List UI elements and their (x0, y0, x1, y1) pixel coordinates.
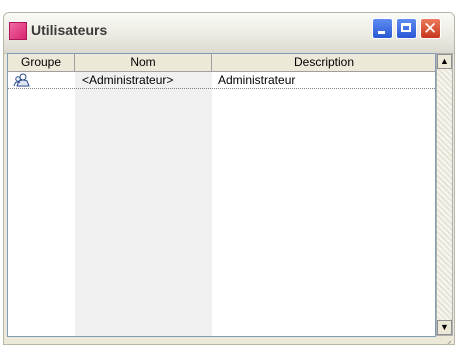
maximize-icon (401, 23, 411, 32)
vertical-scrollbar[interactable]: ▲ ▼ (436, 53, 453, 336)
maximize-button[interactable] (396, 18, 417, 39)
column-header-nom[interactable]: Nom (75, 54, 212, 72)
scroll-up-button[interactable]: ▲ (437, 54, 452, 69)
list-row-administrateur[interactable]: <Administrateur> Administrateur (8, 72, 435, 89)
user-name: <Administrateur> (82, 73, 174, 87)
user-group-icon (13, 73, 31, 87)
user-description: Administrateur (218, 73, 296, 87)
column-header-description[interactable]: Description (212, 54, 435, 72)
column-header-groupe[interactable]: Groupe (8, 54, 75, 72)
minimize-button[interactable] (372, 18, 393, 39)
app-icon (9, 22, 27, 40)
close-button[interactable]: ✕ (420, 18, 441, 39)
resize-grip-icon[interactable] (436, 336, 453, 344)
minimize-icon (378, 31, 385, 34)
close-icon: ✕ (423, 19, 438, 38)
users-window: Utilisateurs ✕ Groupe Nom Description <A… (3, 12, 455, 345)
scroll-down-button[interactable]: ▼ (437, 320, 452, 335)
column-headers: Groupe Nom Description (8, 54, 435, 72)
users-list[interactable]: Groupe Nom Description <Administrateur> … (7, 53, 436, 337)
title-bar[interactable]: Utilisateurs ✕ (4, 13, 454, 54)
window-title: Utilisateurs (31, 22, 108, 38)
name-column-shading (75, 54, 212, 336)
